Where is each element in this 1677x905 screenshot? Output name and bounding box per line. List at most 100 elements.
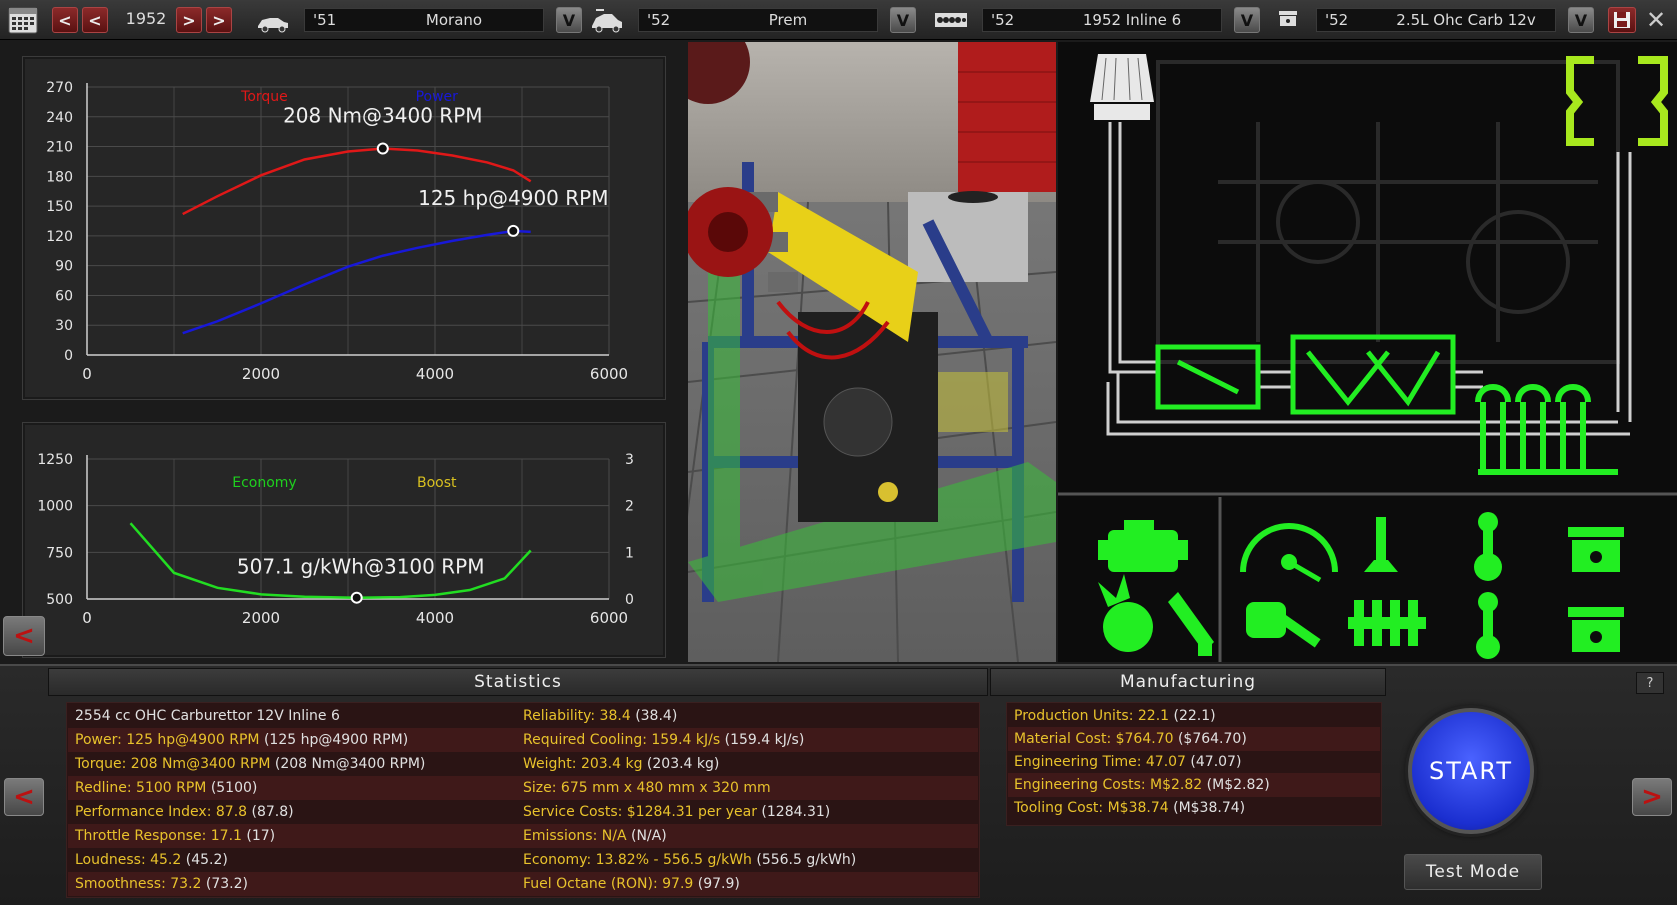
stat-left-row-label: Smoothness: 73.2	[75, 876, 202, 892]
year-next-button[interactable]: >	[176, 7, 202, 33]
engine-variant-select[interactable]: '52 2.5L Ohc Carb 12v	[1316, 8, 1556, 32]
x-tick-label: 0	[82, 609, 92, 627]
year-prev-fast-button[interactable]: <	[52, 7, 78, 33]
stat-left-row-label: Redline: 5100 RPM	[75, 780, 207, 796]
engine-schematic-panel	[1058, 42, 1677, 662]
y-tick-label: 30	[55, 318, 73, 334]
stat-right-row-label: Required Cooling: 159.4 kJ/s	[523, 732, 721, 748]
mfg-row-value: ($764.70)	[1177, 731, 1247, 747]
stat-right-row: Fuel Octane (RON): 97.9 (97.9)	[523, 876, 740, 892]
mfg-row-label: Material Cost: $764.70	[1014, 731, 1174, 747]
y-tick-label: 1250	[37, 452, 73, 468]
stat-right-row-label: Fuel Octane (RON): 97.9	[523, 876, 694, 892]
year-prev-button[interactable]: <	[82, 7, 108, 33]
x-tick-label: 0	[82, 365, 92, 383]
engine-family-select[interactable]: '52 1952 Inline 6	[982, 8, 1222, 32]
piston-icon-top[interactable]	[1568, 527, 1624, 572]
x-tick-label: 6000	[590, 365, 628, 383]
legend-label: Torque	[240, 89, 288, 105]
mfg-row-value: (47.07)	[1190, 754, 1242, 770]
y-tick-label: 270	[46, 80, 73, 96]
engine-variant-dropdown-button[interactable]: V	[1568, 7, 1594, 33]
stat-left-row-label: Performance Index: 87.8	[75, 804, 248, 820]
stat-left-row-value: (17)	[246, 828, 276, 844]
stat-right-row-label: Emissions: N/A	[523, 828, 627, 844]
annotation-marker	[376, 142, 389, 155]
annotation-label: 507.1 g/kWh@3100 RPM	[237, 555, 485, 579]
legend-label: Boost	[417, 475, 457, 491]
stat-left-row-value: (5100)	[210, 780, 258, 796]
mfg-row: Engineering Time: 47.07 (47.07)	[1014, 754, 1241, 770]
y2-tick-label: 1	[625, 545, 634, 561]
start-button[interactable]: START	[1408, 708, 1534, 834]
y-tick-label: 90	[55, 259, 73, 275]
y-tick-label: 0	[64, 348, 73, 364]
y2-tick-label: 0	[625, 592, 634, 608]
y-tick-label: 150	[46, 199, 73, 215]
annotation-marker	[507, 224, 520, 237]
stat-right-row-label: Weight: 203.4 kg	[523, 756, 643, 772]
mfg-row-label: Production Units: 22.1	[1014, 708, 1170, 724]
stat-left-row: Redline: 5100 RPM (5100)	[75, 780, 257, 796]
stat-right-row: Economy: 13.82% - 556.5 g/kWh (556.5 g/k…	[523, 852, 856, 868]
stat-right-row: Emissions: N/A (N/A)	[523, 828, 667, 844]
engine-3d-viewport[interactable]	[688, 42, 1056, 662]
car-body-icon	[256, 10, 290, 34]
car-model-icon	[590, 8, 624, 33]
piston-icon-2[interactable]	[1568, 607, 1624, 652]
stat-left-row: 2554 cc OHC Carburettor 12V Inline 6	[75, 708, 340, 724]
stat-left-row: Loudness: 45.2 (45.2)	[75, 852, 228, 868]
year-next-fast-button[interactable]: >	[206, 7, 232, 33]
stat-left-row-value: (87.8)	[251, 804, 294, 820]
stat-left-row: Power: 125 hp@4900 RPM (125 hp@4900 RPM)	[75, 732, 408, 748]
x-tick-label: 4000	[416, 365, 454, 383]
y-tick-label: 750	[46, 545, 73, 561]
x-tick-label: 6000	[590, 609, 628, 627]
stat-right-row: Weight: 203.4 kg (203.4 kg)	[523, 756, 719, 772]
test-mode-button[interactable]: Test Mode	[1404, 854, 1542, 890]
stat-left-row-value: (125 hp@4900 RPM)	[263, 732, 409, 748]
car-body-dropdown-button[interactable]: V	[556, 7, 582, 33]
mfg-row-label: Engineering Time: 47.07	[1014, 754, 1186, 770]
next-page-button[interactable]: >	[1632, 778, 1672, 816]
back-panel-button[interactable]: <	[3, 616, 45, 656]
y2-tick-label: 2	[625, 499, 634, 515]
close-icon[interactable]: ✕	[1642, 6, 1670, 34]
y-tick-label: 120	[46, 229, 73, 245]
series-line-power	[182, 229, 531, 335]
y-tick-label: 240	[46, 110, 73, 126]
stat-right-row: Reliability: 38.4 (38.4)	[523, 708, 677, 724]
car-model-select[interactable]: '52 Prem	[638, 8, 878, 32]
economy-boost-chart: 0 2000 4000 6000 500 750 1000 1250 0 1 2 3 Economy Bo…	[37, 452, 634, 627]
torque-power-chart: 0 2000 4000 6000 0 30 60 90 120 150 180 210 240 270 To…	[46, 80, 628, 383]
engine-family-dropdown-button[interactable]: V	[1234, 7, 1260, 33]
stat-left-row: Throttle Response: 17.1 (17)	[75, 828, 275, 844]
engine-block-icon	[934, 10, 968, 34]
mfg-row-value: (M$38.74)	[1173, 800, 1246, 816]
manufacturing-header: Manufacturing	[990, 668, 1386, 696]
top-toolbar: < < 1952 > > '51 Morano V '52 Prem V '52…	[0, 0, 1677, 40]
stat-left-row-value: (45.2)	[185, 852, 228, 868]
annotation-label: 125 hp@4900 RPM	[418, 186, 608, 210]
air-intake-icon[interactable]	[1090, 54, 1154, 120]
stat-right-row-label: Economy: 13.82% - 556.5 g/kWh	[523, 852, 752, 868]
stat-left-row: Torque: 208 Nm@3400 RPM (208 Nm@3400 RPM…	[75, 756, 425, 772]
calendar-icon[interactable]	[8, 6, 38, 34]
save-icon[interactable]	[1608, 7, 1636, 33]
help-button[interactable]: ?	[1636, 672, 1664, 694]
stat-left-row-label: Torque: 208 Nm@3400 RPM	[75, 756, 271, 772]
prev-page-button[interactable]: <	[4, 778, 44, 816]
stat-left-row-label: Throttle Response: 17.1	[75, 828, 242, 844]
mfg-row: Tooling Cost: M$38.74 (M$38.74)	[1014, 800, 1245, 816]
car-model-dropdown-button[interactable]: V	[890, 7, 916, 33]
annotation-marker	[350, 591, 363, 604]
stat-right-row: Required Cooling: 159.4 kJ/s (159.4 kJ/s…	[523, 732, 804, 748]
mfg-row-label: Tooling Cost: M$38.74	[1014, 800, 1169, 816]
y-tick-label: 1000	[37, 499, 73, 515]
annotation-label: 208 Nm@3400 RPM	[283, 104, 482, 128]
x-tick-label: 2000	[242, 365, 280, 383]
car-body-select[interactable]: '51 Morano	[304, 8, 544, 32]
mfg-row-value: (M$2.82)	[1206, 777, 1270, 793]
year-display: 1952	[125, 9, 167, 28]
stat-right-row-value: (556.5 g/kWh)	[756, 852, 857, 868]
